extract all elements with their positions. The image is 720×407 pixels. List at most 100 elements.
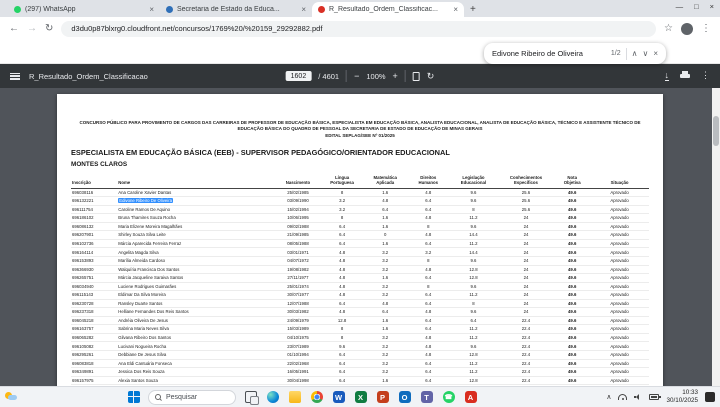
clock[interactable]: 10:33 30/10/2025 (666, 389, 698, 405)
table-cell: 24 (498, 231, 555, 240)
table-cell: 12.8 (449, 350, 497, 359)
zoom-in-button[interactable]: + (393, 72, 398, 81)
taskbar-app-whatsapp-icon[interactable]: ☎ (441, 390, 456, 405)
table-cell: 696186102 (71, 214, 117, 223)
notification-badge[interactable] (705, 392, 715, 402)
table-cell: Aprovado (590, 325, 649, 334)
bookmark-star-icon[interactable]: ☆ (664, 24, 673, 34)
table-cell: Aprovado (590, 205, 649, 214)
table-cell: 4.8 (363, 197, 407, 206)
profile-avatar[interactable] (681, 23, 693, 35)
table-cell: 30/03/1982 (275, 308, 321, 317)
taskbar-app-acrobat-icon[interactable]: A (463, 390, 478, 405)
table-cell: 4.8 (363, 299, 407, 308)
word-glyph: W (333, 391, 345, 403)
find-input[interactable] (492, 49, 606, 58)
close-window-button[interactable]: × (710, 2, 714, 11)
fit-page-icon[interactable] (413, 72, 420, 81)
table-cell: Márcia Jacqueline Saraiva Santos (117, 274, 275, 283)
tab-secretaria[interactable]: Secretaria de Estado da Educa... × (160, 2, 312, 17)
page-number-input[interactable]: 1602 (286, 71, 312, 81)
table-cell: Ana Caroline Xavier Dantas (117, 188, 275, 197)
column-header: Nota Objetiva (554, 175, 590, 188)
taskbar-app-chrome-icon[interactable] (309, 390, 324, 405)
table-cell: 3.2 (363, 333, 407, 342)
table-cell: 6.4 (407, 239, 449, 248)
new-tab-button[interactable]: + (470, 4, 476, 15)
table-cell: Alexia Santos Souza (117, 376, 275, 385)
table-cell: Marília Almeida Cardoso (117, 256, 275, 265)
tab-label: (297) WhatsApp (25, 6, 145, 13)
menu-icon[interactable] (10, 73, 20, 80)
taskbar-app-powerpoint-icon[interactable]: P (375, 390, 390, 405)
taskbar-search[interactable]: Pesquisar (148, 390, 236, 405)
battery-icon[interactable] (649, 394, 659, 400)
wifi-icon[interactable] (618, 394, 627, 400)
maximize-button[interactable]: □ (694, 2, 699, 11)
taskbar-app-edge-icon[interactable] (265, 390, 280, 405)
table-cell: Walquíria Francisca Dos Santos (117, 265, 275, 274)
find-previous-icon[interactable]: ∧ (632, 49, 638, 58)
tab-whatsapp[interactable]: (297) WhatsApp × (8, 2, 160, 17)
table-row: 696132221Edivone Ribeiro De Oliveira03/0… (71, 197, 649, 206)
pdf-more-icon[interactable]: ⋮ (701, 71, 710, 80)
table-cell: Aprovado (590, 239, 649, 248)
table-cell: 3.2 (363, 359, 407, 368)
table-cell: Aprovado (590, 342, 649, 351)
table-cell: 6.4 (407, 359, 449, 368)
table-cell: 15/03/1989 (275, 325, 321, 334)
zoom-out-button[interactable]: − (354, 72, 359, 81)
start-button[interactable] (126, 390, 141, 405)
file-explorer-glyph (289, 391, 301, 403)
table-cell: 9.6 (449, 256, 497, 265)
browser-menu-icon[interactable]: ⋮ (701, 24, 711, 34)
table-cell: 49.6 (554, 188, 590, 197)
table-cell: 696038116 (71, 188, 117, 197)
volume-icon[interactable] (634, 394, 642, 401)
table-cell: 9.6 (449, 342, 497, 351)
table-cell: 1.6 (363, 316, 407, 325)
forward-icon[interactable]: → (27, 24, 37, 34)
scrollbar-track[interactable] (712, 88, 720, 386)
find-close-icon[interactable]: × (653, 49, 658, 58)
minimize-button[interactable]: — (676, 2, 684, 11)
whatsapp-favicon-icon (14, 6, 21, 13)
table-cell: 696111754 (71, 205, 117, 214)
url-field[interactable]: d3du0p87blxrg0.cloudfront.net/concursos/… (61, 21, 656, 37)
table-cell: Angelita Magda Silva (117, 248, 275, 257)
taskbar-app-file-explorer-icon[interactable] (287, 390, 302, 405)
table-cell: 3.2 (321, 205, 363, 214)
download-icon[interactable]: ↓ (665, 71, 670, 82)
table-row: 696163757Sabrina Maria Neves Silva15/03/… (71, 325, 649, 334)
taskbar-app-teams-icon[interactable]: T (419, 390, 434, 405)
refresh-icon[interactable]: ↻ (45, 24, 53, 34)
rotate-icon[interactable]: ↻ (427, 72, 435, 81)
whatsapp-glyph: ☎ (443, 391, 455, 403)
tab-close-icon[interactable]: × (301, 5, 306, 14)
find-next-icon[interactable]: ∨ (642, 49, 648, 58)
table-cell: Luciene Rodrigues Guimarães (117, 282, 275, 291)
table-cell: Eldimar Da Silva Moreira (117, 291, 275, 300)
weather-widget-icon[interactable] (5, 391, 17, 400)
table-cell: 3.2 (363, 256, 407, 265)
scrollbar-thumb[interactable] (713, 116, 719, 146)
tab-pdf-resultado[interactable]: R_Resultado_Ordem_Classificac... × (312, 2, 464, 17)
table-cell: Aprovado (590, 248, 649, 257)
taskbar-app-task-view-icon[interactable] (243, 390, 258, 405)
table-cell: 3.2 (363, 350, 407, 359)
tab-close-icon[interactable]: × (149, 5, 154, 14)
table-cell: 6.4 (407, 376, 449, 385)
table-cell: 49.6 (554, 376, 590, 385)
back-icon[interactable]: ← (9, 24, 19, 34)
taskbar-app-excel-icon[interactable]: X (353, 390, 368, 405)
table-cell: Aprovado (590, 316, 649, 325)
table-cell: 49.6 (554, 333, 590, 342)
table-cell: Helliane Fernandes Dos Reis Santos (117, 308, 275, 317)
tab-close-icon[interactable]: × (453, 5, 458, 14)
taskbar-app-word-icon[interactable]: W (331, 390, 346, 405)
table-cell: 8 (449, 205, 497, 214)
taskbar-app-outlook-icon[interactable]: O (397, 390, 412, 405)
table-cell: Aprovado (590, 231, 649, 240)
tray-chevron-icon[interactable]: ∧ (606, 393, 611, 401)
print-icon[interactable] (680, 71, 690, 80)
